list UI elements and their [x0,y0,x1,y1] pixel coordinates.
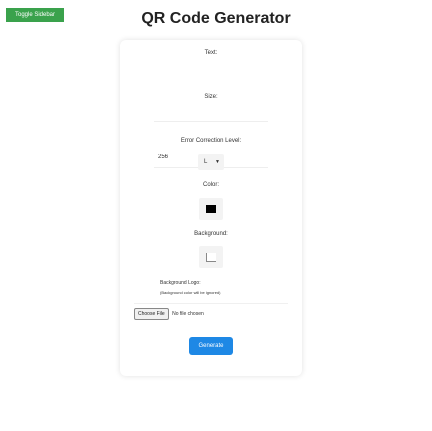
color-picker[interactable] [199,198,223,220]
file-input: Choose File No file chosen [134,308,204,320]
color-swatch-fill [206,205,216,213]
chevron-down-icon: ▼ [215,159,220,165]
divider [134,303,288,304]
error-correction-label: Error Correction Level: [180,138,242,144]
error-correction-select[interactable]: L ▼ [198,154,224,170]
page-title: QR Code Generator [141,10,291,27]
background-logo-label: Background Logo: [160,280,201,286]
color-label: Color: [202,182,219,188]
choose-file-button[interactable]: Choose File [134,308,169,320]
background-label: Background: [194,231,228,237]
text-label: Text: [204,50,218,56]
background-swatch-fill [206,253,216,262]
background-color-picker[interactable] [199,246,223,268]
file-status-text: No file chosen [172,311,204,317]
text-input[interactable] [154,100,268,122]
background-logo-note: (Background color will be ignored) [160,290,221,295]
generate-button[interactable]: Generate [189,337,233,355]
size-label: Size: [204,94,218,100]
error-correction-value: L [204,159,208,165]
qr-form-card: Text: Size: Error Correction Level: L ▼ … [120,40,302,376]
